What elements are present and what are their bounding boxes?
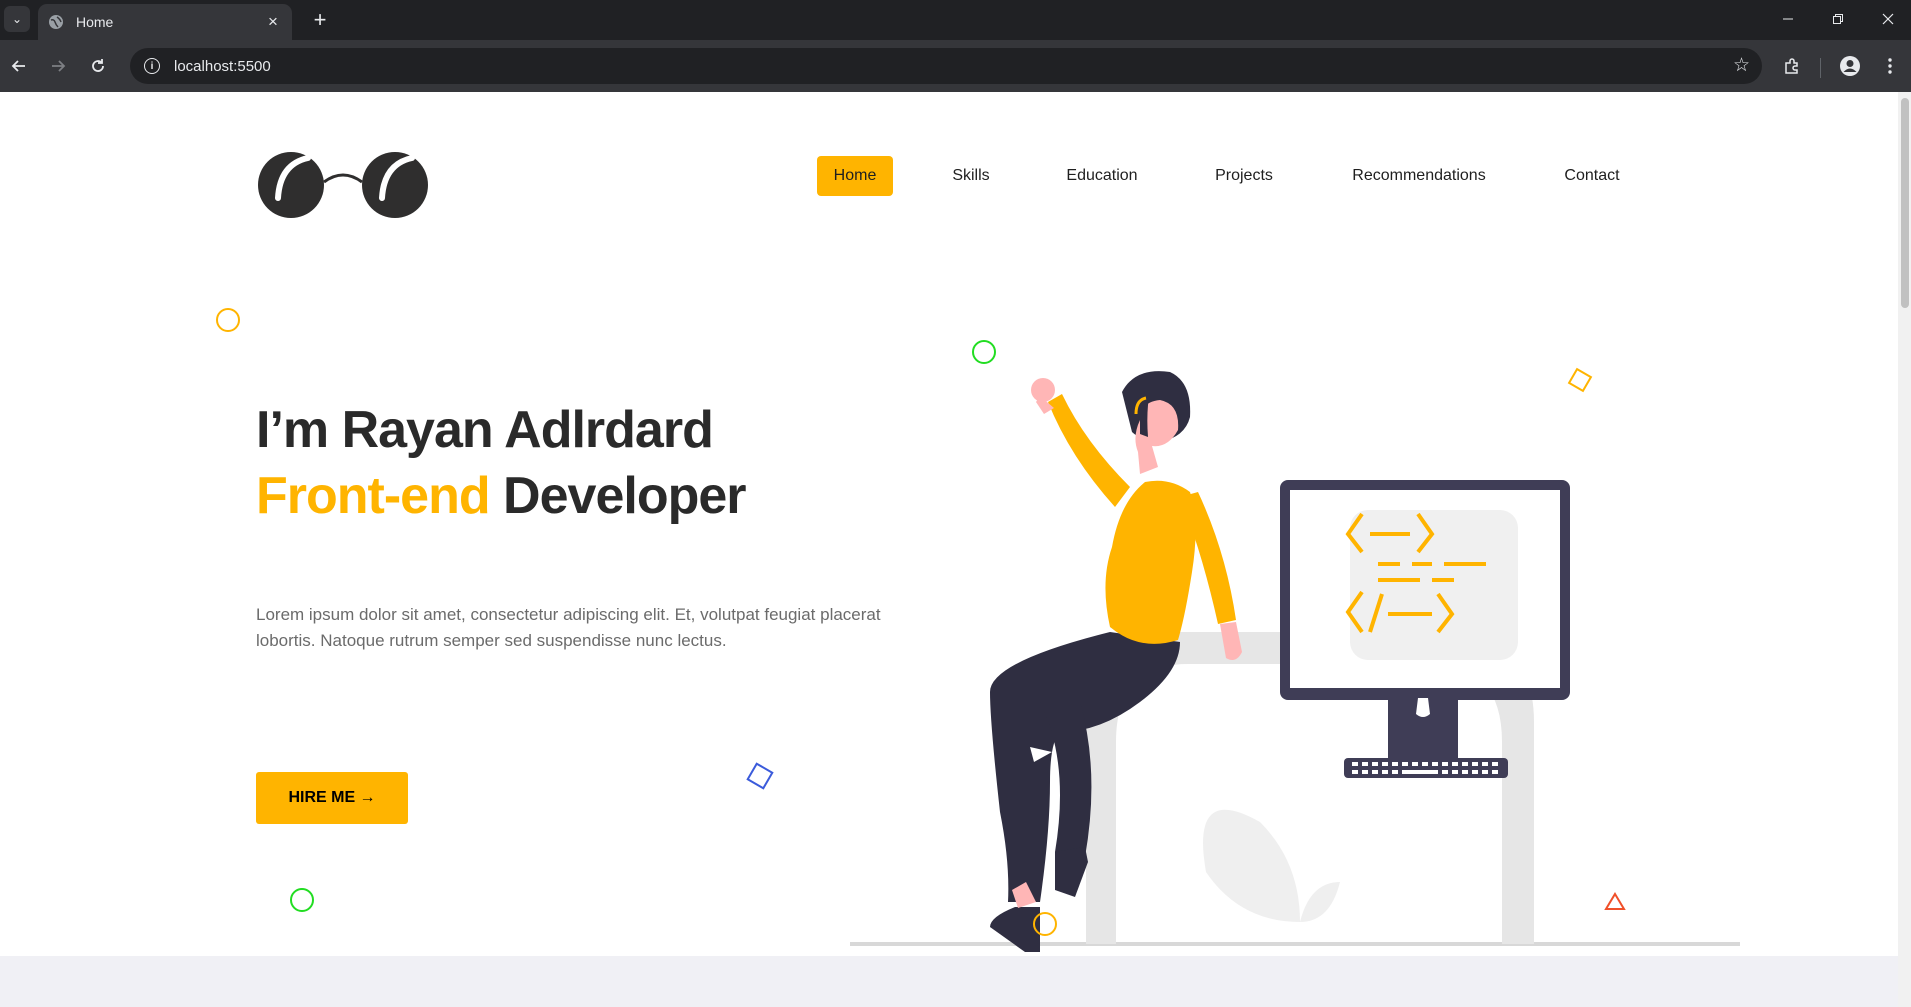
tab-search-icon[interactable]: ⌄ <box>4 6 30 32</box>
hero-role-rest: Developer <box>489 467 746 525</box>
close-window-icon[interactable] <box>1864 0 1911 38</box>
circle-decoration <box>290 888 314 912</box>
site-info-icon[interactable]: i <box>144 58 160 74</box>
nav-skills[interactable]: Skills <box>940 156 1002 196</box>
url-text: localhost:5500 <box>174 57 271 75</box>
restore-icon[interactable] <box>1814 0 1862 38</box>
tab-title: Home <box>76 14 114 30</box>
browser-tab-strip: ⌄ Home × + <box>0 0 1911 40</box>
nav-education[interactable]: Education <box>1054 156 1150 196</box>
browser-toolbar: i localhost:5500 ☆ <box>0 40 1911 92</box>
close-tab-icon[interactable]: × <box>264 13 282 31</box>
globe-icon <box>48 14 64 30</box>
reload-icon[interactable] <box>84 52 112 80</box>
page-viewport: Home Skills Education Projects Recommend… <box>0 92 1898 1007</box>
diamond-decoration <box>746 762 774 790</box>
nav-contact[interactable]: Contact <box>1552 156 1632 196</box>
hero-role-highlight: Front-end <box>256 467 491 525</box>
woman-sitting-at-computer-illustration <box>850 371 1740 952</box>
nav-home[interactable]: Home <box>817 156 893 196</box>
circle-decoration <box>216 308 240 332</box>
menu-kebab-icon[interactable] <box>1876 52 1904 80</box>
sunglasses-logo[interactable] <box>256 140 430 230</box>
scrollbar-thumb[interactable] <box>1901 98 1909 308</box>
browser-tab-home[interactable]: Home × <box>38 4 292 40</box>
forward-icon[interactable] <box>44 52 72 80</box>
minimize-icon[interactable] <box>1764 0 1812 38</box>
extensions-icon[interactable] <box>1778 52 1806 80</box>
hero-description: Lorem ipsum dolor sit amet, consectetur … <box>256 605 881 650</box>
hero-title: I’m Rayan Adlrdard <box>256 401 714 459</box>
hero-subtitle: Front-end Developer <box>256 466 746 526</box>
bookmark-star-icon[interactable]: ☆ <box>1733 54 1750 77</box>
address-bar[interactable]: i localhost:5500 ☆ <box>130 48 1762 84</box>
nav-projects[interactable]: Projects <box>1204 156 1284 196</box>
next-section-strip <box>0 956 1898 1007</box>
hire-me-button[interactable]: HIRE ME → <box>256 772 408 824</box>
page-scrollbar[interactable] <box>1898 92 1911 1007</box>
toolbar-separator <box>1820 58 1821 78</box>
new-tab-icon[interactable]: + <box>306 6 334 34</box>
profile-icon[interactable] <box>1836 52 1864 80</box>
back-icon[interactable] <box>5 52 33 80</box>
nav-recommendations[interactable]: Recommendations <box>1340 156 1498 196</box>
